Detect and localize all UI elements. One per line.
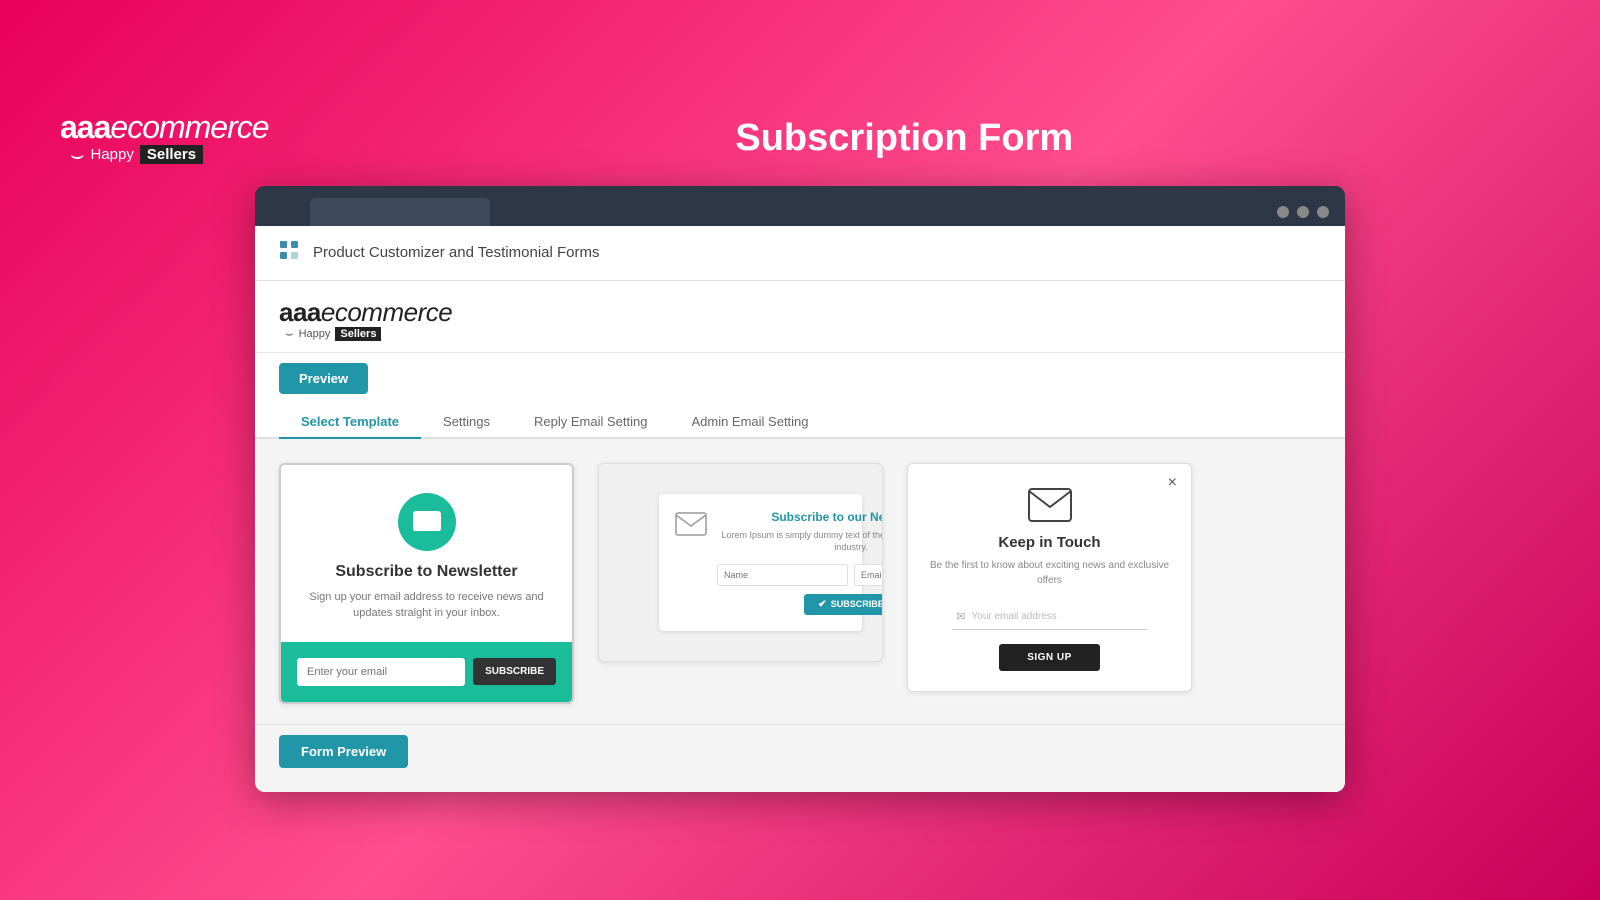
page-title: Subscription Form [269,117,1540,160]
logo-sellers-badge: Sellers [140,145,203,164]
browser-dot-1 [1277,206,1289,218]
card1-subscribe-button[interactable]: SUBSCRIBE [473,658,556,685]
card2-title: Subscribe to our Newsletter [717,510,883,524]
header-logo: aaaecommerce ⌣ Happy Sellers [60,109,269,168]
logo-italic-text: ecommerce [110,109,268,145]
card2-name-input[interactable] [717,564,848,586]
card1-email-input[interactable] [297,658,465,686]
form-preview-area: Form Preview [255,724,1345,792]
card1-title: Subscribe to Newsletter [335,563,517,581]
tab-settings[interactable]: Settings [421,406,512,439]
app-header-title: Product Customizer and Testimonial Forms [313,244,600,261]
brand-name-text: aaa [279,297,321,327]
preview-button[interactable]: Preview [279,363,368,394]
card3-inner: Keep in Touch Be the first to know about… [908,464,1191,691]
close-icon[interactable]: × [1168,474,1177,492]
card3-envelope-icon [1028,488,1072,524]
card2-subscribe-button[interactable]: ✔ SUBSCRIBE [804,594,883,615]
preview-section: Preview [255,353,1345,394]
form-preview-button[interactable]: Form Preview [279,735,408,768]
browser-dot-2 [1297,206,1309,218]
card1-envelope-icon [398,493,456,551]
card3-email-placeholder: Your email address [972,611,1057,622]
logo-smile-icon: ⌣ [70,142,84,168]
logo-brand-text: aaa [60,109,110,145]
card3-description: Be the first to know about exciting news… [928,558,1171,588]
app-logo-icon [279,240,299,266]
browser-window: Product Customizer and Testimonial Forms… [255,186,1345,792]
tab-select-template[interactable]: Select Template [279,406,421,439]
card3-email-icon: ✉ [956,610,965,623]
card3-signup-button[interactable]: SIGN UP [999,644,1100,671]
card1-description: Sign up your email address to receive ne… [301,589,552,622]
browser-tab[interactable] [310,198,490,226]
templates-area: Subscribe to Newsletter Sign up your ema… [255,439,1345,724]
tab-reply-email-setting[interactable]: Reply Email Setting [512,406,669,439]
template-card-3[interactable]: × Keep in Touch Be the first to know abo… [907,463,1192,692]
app-header: Product Customizer and Testimonial Forms [255,226,1345,281]
card2-envelope-icon [675,512,707,538]
browser-titlebar [255,186,1345,226]
card3-email-row: ✉ Your email address [952,604,1146,630]
card1-bottom: SUBSCRIBE [281,642,572,702]
card2-check-icon: ✔ [818,599,826,610]
tab-admin-email-setting[interactable]: Admin Email Setting [669,406,830,439]
card2-fields [717,564,883,586]
logo-happy-text: Happy [90,146,133,163]
browser-controls [1277,206,1345,226]
card2-inner: Subscribe to our Newsletter Lorem Ipsum … [659,494,862,631]
card1-top: Subscribe to Newsletter Sign up your ema… [281,465,572,642]
card2-email-input[interactable] [854,564,883,586]
brand-sellers-badge: Sellers [335,327,381,341]
card3-title: Keep in Touch [998,534,1100,551]
card2-description: Lorem Ipsum is simply dummy text of the … [717,529,883,554]
browser-dot-3 [1317,206,1329,218]
brand-happy-text: Happy [299,328,331,340]
brand-smile-icon: ⌣ [285,326,294,342]
browser-content: Product Customizer and Testimonial Forms… [255,226,1345,792]
brand-italic-text: ecommerce [321,297,452,327]
brand-bar: aaaecommerce ⌣ Happy Sellers [255,281,1345,353]
template-card-2[interactable]: Subscribe to our Newsletter Lorem Ipsum … [598,463,883,662]
tabs-bar: Select Template Settings Reply Email Set… [255,394,1345,439]
template-card-1[interactable]: Subscribe to Newsletter Sign up your ema… [279,463,574,704]
